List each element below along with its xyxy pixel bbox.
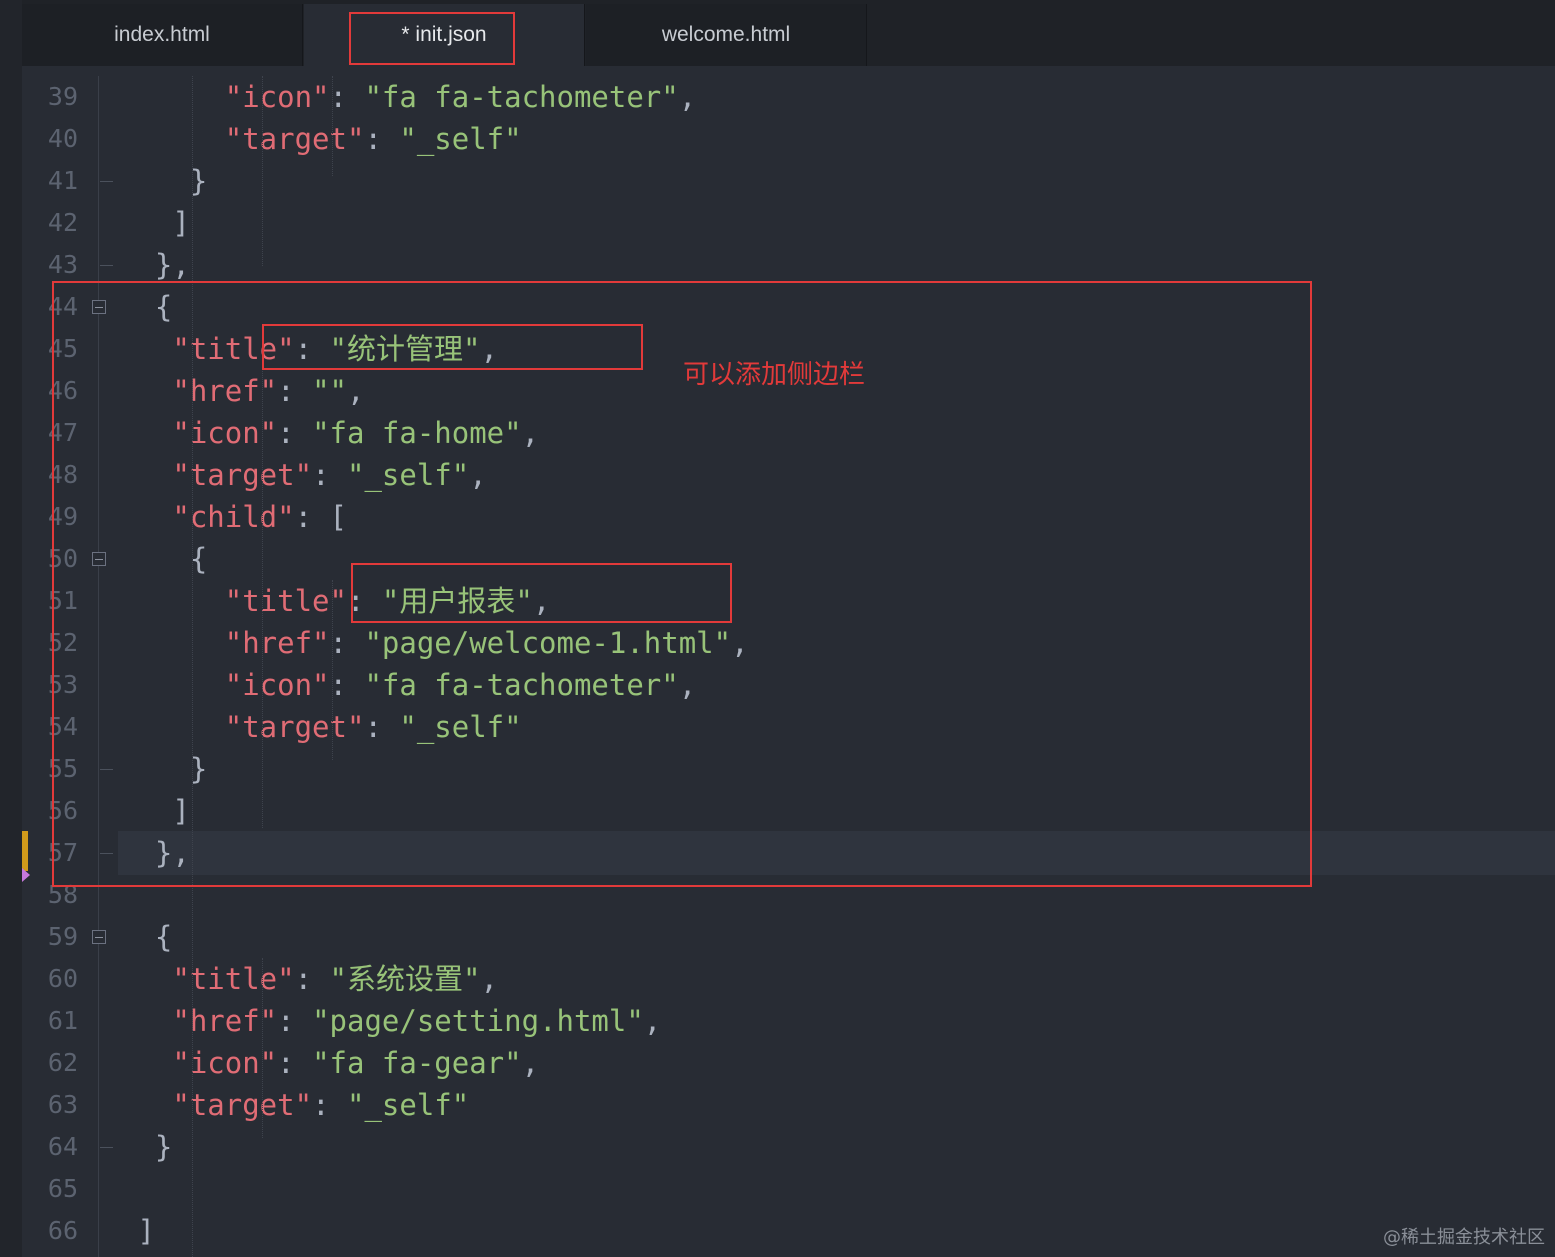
json-punct: }: [120, 164, 208, 198]
code-line: ]: [120, 1210, 155, 1252]
fold-collapse-icon[interactable]: [92, 930, 106, 944]
code-line: "href": "page/setting.html",: [120, 1000, 661, 1042]
code-line: "target": "_self": [120, 1084, 469, 1126]
highlight-box-title: [262, 324, 643, 370]
code-line: },: [120, 244, 190, 286]
code-line: }: [120, 160, 207, 202]
json-punct: :: [277, 1046, 313, 1080]
code-line: "target": "_self": [120, 118, 522, 160]
indent-guide: [332, 76, 333, 176]
json-punct: {: [120, 920, 173, 954]
code-line: "title": "系统设置",: [120, 958, 498, 1000]
json-string: "_self": [399, 122, 522, 156]
line-number: 59: [47, 922, 78, 951]
line-number: 41: [47, 166, 78, 195]
fold-end-marker: [100, 1147, 113, 1148]
line-number: 39: [47, 82, 78, 111]
line-number: 42: [47, 208, 78, 237]
indent-guide: [262, 76, 263, 266]
line-number: 62: [47, 1048, 78, 1077]
annotation-label: 可以添加侧边栏: [683, 360, 866, 390]
editor-window: index.html * init.json welcome.html 39 40…: [0, 0, 1555, 1257]
json-key: "icon": [120, 80, 330, 114]
line-number: 65: [47, 1174, 78, 1203]
json-punct: :: [277, 1004, 313, 1038]
json-string: "系统设置": [329, 962, 481, 996]
indent-guide: [262, 958, 263, 1138]
line-number: 43: [47, 250, 78, 279]
activity-strip: [0, 0, 22, 1257]
json-punct: ]: [120, 1214, 155, 1248]
code-line: "icon": "fa fa-gear",: [120, 1042, 539, 1084]
json-string: "fa fa-gear": [312, 1046, 522, 1080]
json-key: "target": [120, 1088, 313, 1122]
line-number: 40: [47, 124, 78, 153]
tab-welcome-html[interactable]: welcome.html: [586, 4, 867, 66]
fold-end-marker: [100, 181, 113, 182]
line-number: 61: [47, 1006, 78, 1035]
tab-label: index.html: [114, 23, 210, 46]
json-punct: ]: [120, 206, 190, 240]
json-string: "fa fa-tachometer": [364, 80, 679, 114]
json-punct: ,: [480, 962, 498, 996]
tab-index-html[interactable]: index.html: [22, 4, 303, 66]
json-punct: },: [120, 248, 190, 282]
json-punct: ,: [643, 1004, 662, 1038]
json-punct: }: [120, 1130, 173, 1164]
json-key: "icon": [120, 1046, 278, 1080]
json-string: "_self": [346, 1088, 470, 1122]
highlight-box-child-title: [351, 563, 732, 623]
fold-end-marker: [100, 265, 113, 266]
highlight-box-active-tab: [349, 12, 515, 65]
line-number: 63: [47, 1090, 78, 1119]
json-key: "href": [120, 1004, 278, 1038]
json-punct: :: [312, 1088, 347, 1122]
tab-bar: index.html * init.json welcome.html: [22, 0, 1555, 66]
tab-label: welcome.html: [661, 23, 791, 46]
line-number: 64: [47, 1132, 78, 1161]
watermark: @稀土掘金技术社区: [1383, 1227, 1545, 1248]
json-punct: ,: [678, 80, 697, 114]
code-line: ]: [120, 202, 190, 244]
line-number: 60: [47, 964, 78, 993]
json-key: "title": [120, 962, 295, 996]
line-number: 66: [47, 1216, 78, 1245]
json-punct: :: [364, 122, 400, 156]
code-line: }: [120, 1126, 172, 1168]
json-key: "target": [120, 122, 365, 156]
json-string: "page/setting.html": [312, 1004, 644, 1038]
json-punct: :: [329, 80, 365, 114]
code-line: "icon": "fa fa-tachometer",: [120, 76, 696, 118]
json-punct: ,: [521, 1046, 540, 1080]
json-punct: :: [294, 962, 330, 996]
code-line: {: [120, 916, 172, 958]
